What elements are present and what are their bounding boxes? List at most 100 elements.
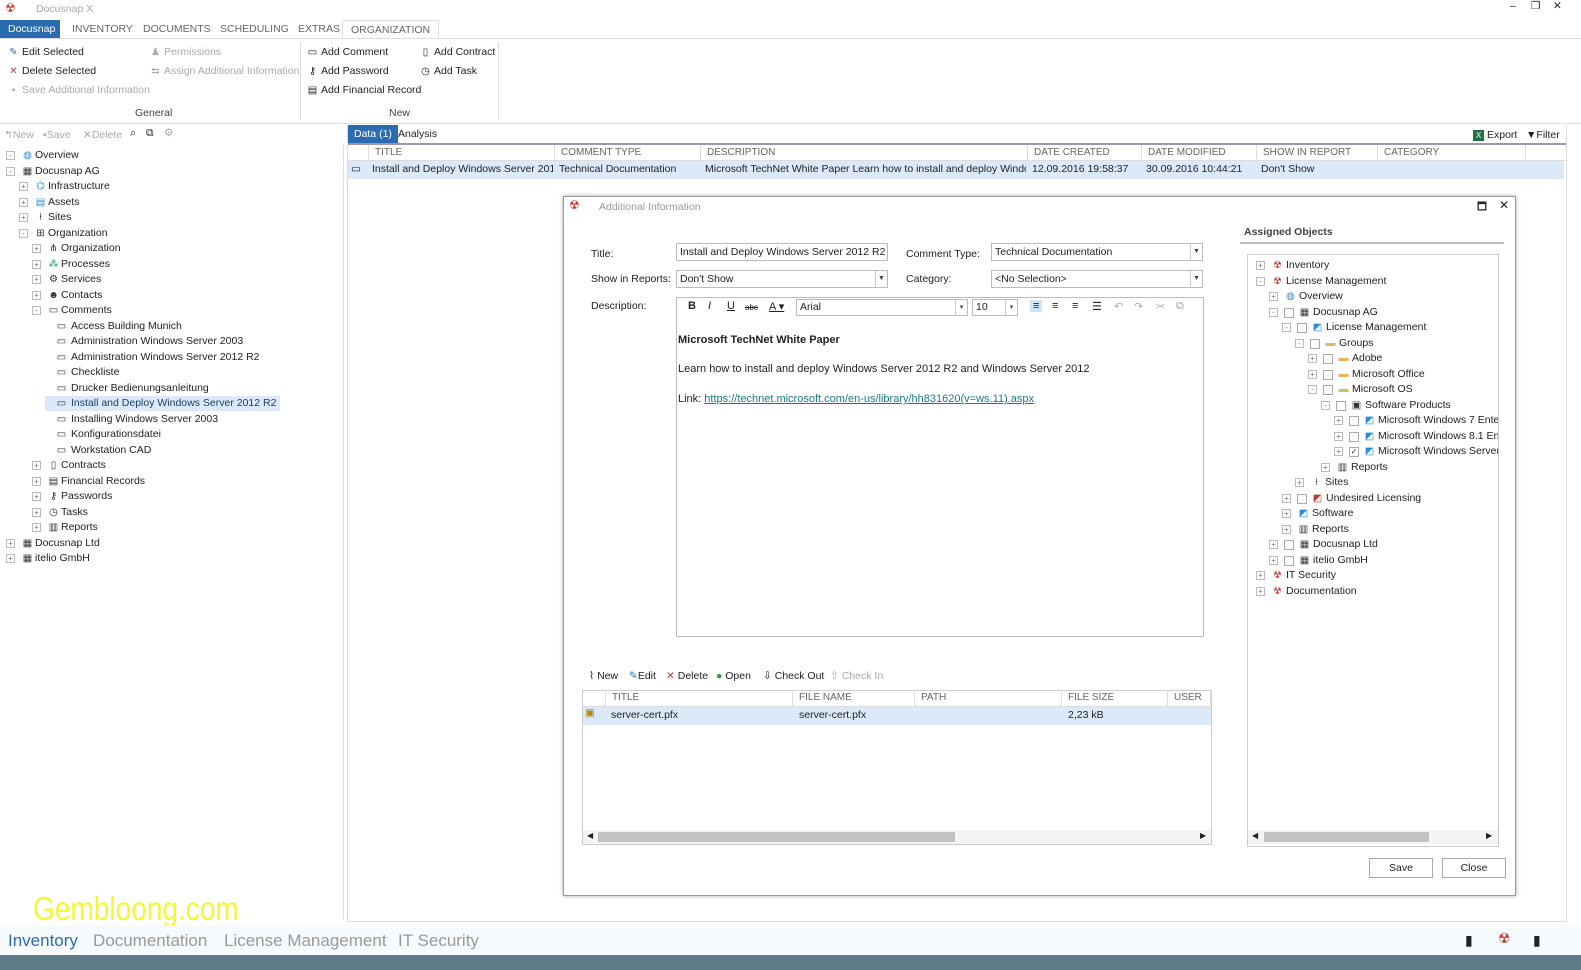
att-column-header[interactable]: TITLE (605, 690, 793, 706)
column-header[interactable]: DATE MODIFIED (1142, 145, 1257, 161)
att-new-button[interactable]: ⌇ New (589, 670, 618, 682)
assigned-hscrollbar[interactable]: ◀ ▶ (1248, 830, 1498, 844)
dialog-close-button[interactable]: ✕ (1499, 198, 1509, 212)
close-dialog-button[interactable]: Close (1442, 858, 1506, 878)
tree-item[interactable]: ▭ Installing Windows Server 2003 (45, 412, 222, 427)
scroll-thumb[interactable] (598, 832, 955, 842)
expand-icon[interactable]: + (32, 275, 41, 284)
tree-item[interactable]: + ⚙ Services (32, 272, 105, 287)
collapse-icon[interactable]: - (6, 166, 15, 176)
delete-selected-button[interactable]: ✕ Delete Selected (8, 65, 96, 77)
assigned-item[interactable]: - ◩ License Management (1282, 320, 1426, 335)
assigned-item[interactable]: + ▦ itelio GmbH (1269, 553, 1368, 568)
find-icon[interactable]: ⧉ (146, 127, 154, 140)
assigned-item[interactable]: + ▬ Adobe (1308, 351, 1382, 366)
checkbox[interactable] (1284, 540, 1294, 550)
expand-icon[interactable]: + (32, 507, 41, 517)
assigned-item[interactable]: - ☢ License Management (1256, 274, 1386, 289)
assigned-item[interactable]: + ▬ Microsoft Office (1308, 367, 1425, 382)
collapse-icon[interactable]: - (1308, 385, 1317, 394)
title-input[interactable]: Install and Deploy Windows Server 2012 R… (676, 243, 888, 261)
checkbox[interactable]: ✓ (1349, 447, 1359, 457)
underline-button[interactable]: U (727, 300, 735, 312)
bottom-tab-documentation[interactable]: Documentation (93, 931, 207, 951)
list-button[interactable]: ☰ (1092, 300, 1102, 313)
checkbox[interactable] (1310, 338, 1320, 349)
tree-item[interactable]: + ◷ Tasks (32, 505, 92, 520)
tree-item[interactable]: + ▤ Financial Records (32, 474, 149, 489)
expand-icon[interactable]: + (1334, 431, 1343, 441)
tree-item[interactable]: + ⌬ Infrastructure (19, 179, 114, 194)
att-column-header[interactable]: PATH (915, 690, 1062, 706)
att-column-header[interactable]: FILE SIZE (1062, 690, 1168, 706)
expand-icon[interactable]: + (1334, 447, 1343, 456)
expand-icon[interactable]: + (32, 259, 41, 269)
add-password-button[interactable]: ⚷ Add Password (307, 65, 389, 77)
assigned-item[interactable]: + ☢ Inventory (1256, 258, 1329, 273)
scroll-right-icon[interactable]: ▶ (1486, 831, 1492, 840)
assigned-item[interactable]: + ▥ Reports (1282, 522, 1349, 537)
tab-analysis[interactable]: Analysis (398, 125, 437, 143)
tab-scheduling[interactable]: SCHEDULING (212, 20, 297, 38)
assigned-item[interactable]: + ◩ Software (1282, 506, 1353, 521)
expand-icon[interactable]: + (1256, 571, 1265, 580)
server-status-icon[interactable]: ▮ (1533, 932, 1541, 949)
search-icon[interactable]: ⌕ (130, 127, 136, 140)
show-in-reports-select[interactable]: Don't Show ▼ (676, 270, 888, 288)
expand-icon[interactable]: + (6, 554, 15, 563)
tab-organization[interactable]: ORGANIZATION (342, 20, 440, 38)
tree-item[interactable]: + ▥ Reports (32, 520, 102, 535)
font-color-button[interactable]: A ▾ (769, 300, 784, 313)
assigned-item[interactable]: + ▦ Docusnap Ltd (1269, 537, 1378, 552)
checkbox[interactable] (1284, 307, 1294, 318)
expand-icon[interactable]: + (32, 290, 41, 300)
tree-item[interactable]: ▭ Drucker Bedienungsanleitung (45, 381, 213, 396)
tree-item[interactable]: + ☻ Contacts (32, 288, 106, 303)
expand-icon[interactable]: + (19, 197, 28, 207)
expand-icon[interactable]: + (1321, 462, 1330, 472)
tab-inventory[interactable]: INVENTORY (64, 20, 141, 38)
assigned-item[interactable]: - ▬ Microsoft OS (1308, 382, 1413, 397)
expand-icon[interactable]: + (19, 213, 28, 222)
checkbox[interactable] (1323, 385, 1333, 395)
expand-icon[interactable]: + (1282, 524, 1291, 534)
filter-button[interactable]: ▼Filter (1526, 129, 1560, 141)
expand-icon[interactable]: + (1308, 369, 1317, 379)
dialog-maximize-button[interactable]: 🗖 (1477, 199, 1487, 217)
redo-button[interactable]: ↷ (1134, 300, 1143, 313)
edit-selected-button[interactable]: ✎ Edit Selected (8, 46, 84, 58)
att-column-header[interactable]: USER (1168, 690, 1211, 706)
tree-item[interactable]: - ◍ Overview (6, 148, 83, 163)
collapse-icon[interactable]: - (1282, 323, 1291, 332)
bottom-tab-it-security[interactable]: IT Security (398, 931, 479, 951)
assigned-item[interactable]: + ☢ Documentation (1256, 584, 1357, 599)
collapse-icon[interactable]: - (6, 151, 15, 160)
font-size-select[interactable]: 10 ▾ (972, 299, 1018, 316)
save-button[interactable]: Save (1369, 858, 1433, 878)
tab-extras[interactable]: EXTRAS (290, 20, 348, 38)
assigned-item[interactable]: + ✓ ◩ Microsoft Windows Server 2 (1334, 444, 1498, 459)
collapse-icon[interactable]: - (1269, 307, 1278, 317)
collapse-icon[interactable]: - (1295, 338, 1304, 348)
att-column-header[interactable]: FILE NAME (793, 690, 915, 706)
copy-button[interactable]: ⧉ (1176, 300, 1184, 313)
expand-icon[interactable]: + (1269, 540, 1278, 549)
expand-icon[interactable]: + (1269, 292, 1278, 301)
bold-button[interactable]: B (688, 300, 696, 312)
maximize-button[interactable]: ❐ (1531, 0, 1540, 12)
checkbox[interactable] (1323, 354, 1333, 364)
column-header[interactable]: TITLE (368, 145, 555, 161)
description-link[interactable]: https://technet.microsoft.com/en-us/libr… (704, 393, 1034, 405)
tree-item[interactable]: + ⍿ Sites (19, 210, 75, 225)
expand-icon[interactable]: + (19, 182, 28, 191)
expand-icon[interactable]: + (6, 538, 15, 548)
tab-docusnap[interactable]: Docusnap (0, 20, 60, 38)
close-button[interactable]: ✕ (1553, 0, 1562, 12)
assigned-item[interactable]: - ▦ Docusnap AG (1269, 305, 1378, 320)
add-comment-button[interactable]: ▭ Add Comment (307, 46, 388, 58)
expand-icon[interactable]: + (32, 476, 41, 486)
tree-item[interactable]: ▭ Administration Windows Server 2003 (45, 334, 247, 349)
align-right-button[interactable]: ≡ (1072, 300, 1078, 312)
italic-button[interactable]: I (708, 300, 711, 312)
att-checkout-button[interactable]: ⇩ Check Out (763, 670, 824, 682)
